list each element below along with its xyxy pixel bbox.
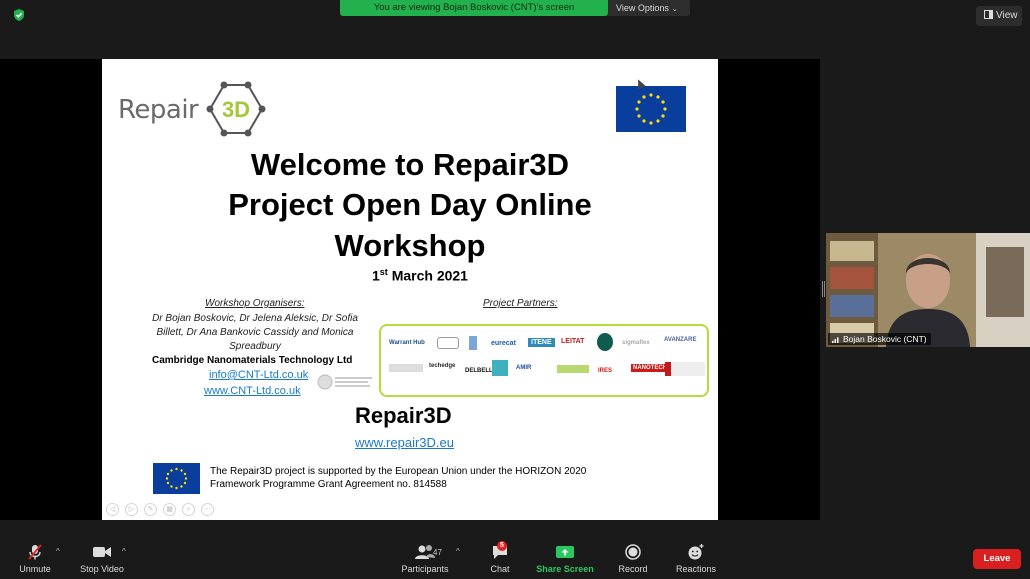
date-rest: March 2021 xyxy=(387,267,468,284)
date-suffix: st xyxy=(379,267,388,277)
partner-logo-icon xyxy=(557,365,589,373)
partner-logo: Warrant Hub xyxy=(389,340,425,346)
project-name: Repair3D xyxy=(355,403,452,428)
view-layout-button[interactable]: View xyxy=(976,6,1022,26)
partner-logo-icon xyxy=(437,337,459,349)
eu-flag-small-icon xyxy=(153,463,200,494)
reactions-button[interactable]: Reactions xyxy=(670,538,722,579)
partner-logo: AVANZARE xyxy=(664,337,697,343)
signal-strength-icon xyxy=(832,336,840,343)
leave-button[interactable]: Leave xyxy=(973,549,1021,569)
unmute-button[interactable]: Unmute xyxy=(12,538,58,579)
screen-share-banner: You are viewing Bojan Boskovic (CNT)'s s… xyxy=(340,0,608,16)
gallery-view-icon xyxy=(984,10,993,19)
pen-icon[interactable]: ✎ xyxy=(144,503,157,516)
view-label: View xyxy=(996,10,1018,21)
share-screen-label: Share Screen xyxy=(536,564,594,574)
funding-statement: The Repair3D project is supported by the… xyxy=(210,465,630,491)
stop-video-button[interactable]: Stop Video xyxy=(76,538,128,579)
partner-logo-icon xyxy=(597,333,613,351)
participants-button[interactable]: 47 Participants xyxy=(397,538,453,579)
partner-logo-icon xyxy=(389,364,423,372)
partner-logo: ITENE xyxy=(528,338,555,347)
date-day: 1 xyxy=(372,267,380,284)
audio-options-caret-icon[interactable]: ^ xyxy=(56,547,60,556)
chat-label: Chat xyxy=(490,564,510,574)
zoom-icon[interactable]: ⌕ xyxy=(182,503,195,516)
presentation-slide: Repair 3D Welcome to Repair3D Project Op… xyxy=(102,59,718,520)
participant-video-feed xyxy=(826,233,1030,347)
security-shield-icon[interactable] xyxy=(12,8,26,22)
share-screen-button[interactable]: Share Screen xyxy=(534,538,596,579)
partner-logo: IRES xyxy=(598,368,613,374)
funding-line-2: Framework Programme Grant Agreement no. … xyxy=(210,479,447,490)
project-url-link[interactable]: www.repair3D.eu xyxy=(355,435,454,450)
organisers-names: Dr Bojan Boskovic, Dr Jelena Aleksic, Dr… xyxy=(152,313,358,352)
next-slide-icon[interactable]: ▷ xyxy=(125,503,138,516)
cnt-logo-icon xyxy=(317,374,372,390)
slides-grid-icon[interactable]: ▦ xyxy=(163,503,176,516)
meeting-toolbar: Unmute ^ Stop Video ^ 47 Participants ^ xyxy=(0,538,1030,579)
panel-resize-handle[interactable] xyxy=(822,281,825,297)
eu-flag-icon xyxy=(616,86,686,132)
unmute-label: Unmute xyxy=(19,564,51,574)
record-icon xyxy=(625,544,641,560)
reactions-label: Reactions xyxy=(675,564,717,574)
hexagon-logo-icon: 3D xyxy=(206,81,266,137)
presentation-controls: ◁ ▷ ✎ ▦ ⌕ ⋯ xyxy=(106,503,214,517)
chevron-down-icon: ⌄ xyxy=(671,6,678,13)
partner-logo: AMIR xyxy=(516,365,532,371)
logo-text: Repair xyxy=(118,95,199,125)
repair3d-logo: Repair 3D xyxy=(118,81,268,137)
partner-logo: eurecat xyxy=(491,340,516,347)
partners-logo-box: Warrant Hub eurecat ITENE LEITAT sigmafl… xyxy=(379,324,709,397)
video-options-caret-icon[interactable]: ^ xyxy=(122,547,126,556)
partner-logo-icon xyxy=(469,336,477,350)
reactions-emoji-icon xyxy=(688,544,704,560)
chat-button[interactable]: 5 Chat xyxy=(484,538,516,579)
participant-name-label: Bojan Boskovic (CNT) xyxy=(828,333,931,345)
video-camera-icon xyxy=(93,547,111,557)
record-label: Record xyxy=(618,564,648,574)
partner-logo: NANOTECH xyxy=(631,364,669,372)
stop-video-label: Stop Video xyxy=(80,564,124,574)
organisers-email-link[interactable]: info@CNT-Ltd.co.uk xyxy=(209,369,308,381)
slide-title-line-1: Welcome to Repair3D xyxy=(250,147,570,182)
participants-label: Participants xyxy=(401,564,449,574)
partner-logo: LEITAT xyxy=(561,338,585,345)
partner-logo: techedge xyxy=(429,363,456,369)
funding-line-1: The Repair3D project is supported by the… xyxy=(210,466,587,477)
view-options-button[interactable]: View Options ⌄ xyxy=(608,0,690,16)
microphone-muted-icon xyxy=(28,544,42,560)
slide-date: 1st March 2021 xyxy=(102,267,738,284)
logo-3d-text: 3D xyxy=(222,97,250,122)
shared-screen[interactable]: Repair 3D Welcome to Repair3D Project Op… xyxy=(0,59,820,520)
previous-slide-icon[interactable]: ◁ xyxy=(106,503,119,516)
view-options-label: View Options xyxy=(616,3,669,13)
slide-title-line-3: Workshop xyxy=(334,228,486,263)
partner-logo: sigmaflex xyxy=(622,340,650,346)
organisers-company: Cambridge Nanomaterials Technology Ltd xyxy=(152,355,353,366)
more-options-icon[interactable]: ⋯ xyxy=(201,503,214,516)
record-button[interactable]: Record xyxy=(614,538,652,579)
chat-unread-badge: 5 xyxy=(497,541,507,551)
organisers-web-link[interactable]: www.CNT-Ltd.co.uk xyxy=(204,385,301,397)
participant-video-tile[interactable]: Bojan Boskovic (CNT) xyxy=(826,233,1030,347)
partner-logo-icon xyxy=(665,362,705,376)
participants-options-caret-icon[interactable]: ^ xyxy=(456,547,460,556)
participant-name: Bojan Boskovic (CNT) xyxy=(843,334,927,344)
partners-heading: Project Partners: xyxy=(483,298,558,309)
partner-logo-icon xyxy=(492,360,508,376)
organisers-heading: Workshop Organisers: xyxy=(205,298,305,309)
share-screen-icon xyxy=(556,546,574,558)
slide-title-line-2: Project Open Day Online xyxy=(228,187,592,222)
participants-count: 47 xyxy=(433,548,442,557)
zoom-meeting-window: You are viewing Bojan Boskovic (CNT)'s s… xyxy=(0,0,1030,579)
